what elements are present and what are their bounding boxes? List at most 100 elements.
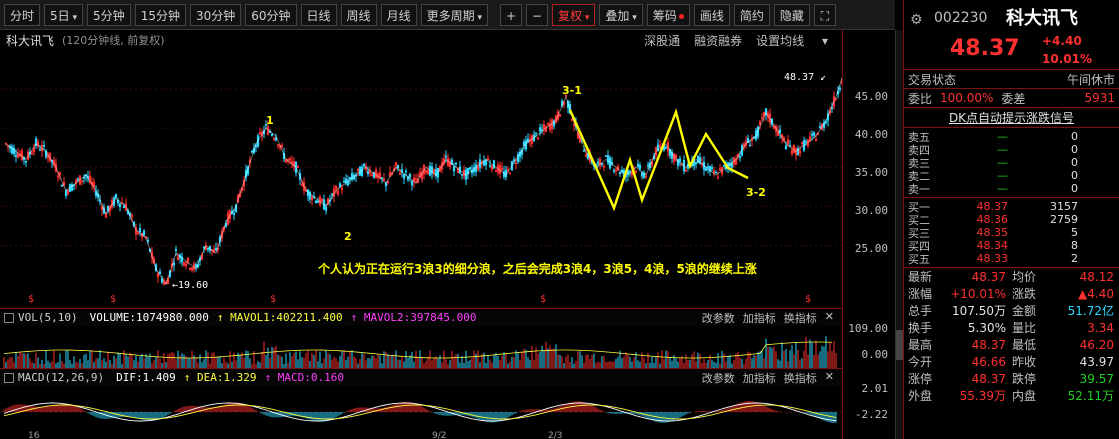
chouma-button[interactable]: 筹码	[646, 3, 690, 26]
period-tab-8[interactable]: 月线	[380, 3, 417, 26]
gear-icon[interactable]: ⚙	[910, 12, 923, 28]
vol-edit-params-button[interactable]: 改参数	[702, 310, 735, 326]
x-axis-label: 9/2	[432, 431, 446, 439]
candle-body	[172, 262, 176, 266]
price-change: +4.40	[1042, 34, 1082, 48]
vol-switch-indicator-button[interactable]: 换指标	[784, 310, 817, 326]
vol-volume-value: VOLUME:1074980.000	[89, 311, 209, 324]
axis-tick-40: 40.00	[854, 128, 888, 141]
weibi-value: 100.00%	[940, 91, 994, 105]
level-price: 48.34	[976, 239, 1009, 252]
candle-body	[600, 163, 604, 165]
kline-chart[interactable]: 1 2 3-1 3-2 ←19.60 48.37 ↙ 个人认为正在运行3浪3的细分浪，之后会…	[0, 50, 842, 308]
dividend-marker: $	[270, 294, 276, 305]
candle-body	[710, 167, 714, 169]
panel-scrollbar[interactable]	[895, 30, 903, 439]
period-tab-6[interactable]: 日线	[300, 3, 337, 26]
period-tab-1[interactable]: 5日	[44, 3, 84, 26]
vol-checkbox[interactable]	[4, 312, 14, 323]
level-volume: 0	[1071, 169, 1078, 182]
scrollbar-thumb[interactable]	[896, 330, 903, 360]
macd-switch-indicator-button[interactable]: 换指标	[784, 370, 817, 386]
hide-button[interactable]: 隐藏	[773, 3, 810, 26]
stat-value: 5.30%	[967, 320, 1006, 335]
candle-body	[706, 166, 710, 169]
axis-tick-25: 25.00	[854, 242, 888, 255]
stat-label: 总手	[908, 304, 933, 318]
candle-body	[484, 159, 488, 166]
draw-line-button[interactable]: 画线	[693, 3, 730, 26]
candle-body	[534, 132, 538, 135]
vol-mavol2-value: ↑ MAVOL2:397845.000	[350, 311, 477, 324]
sell-orderbook: 卖五 —0 卖四 —0 卖三 —0 卖二 —0 卖一 —0	[904, 128, 1119, 198]
margin-trading-link[interactable]: 融资融券	[694, 32, 742, 49]
stat-label: 最新	[908, 270, 933, 284]
period-toolbar: 分时5日5分钟15分钟30分钟60分钟日线周线月线更多周期 + − 复权 叠加 …	[0, 0, 895, 30]
period-tab-4[interactable]: 30分钟	[189, 3, 242, 26]
dividend-marker: $	[805, 294, 811, 305]
stat-value: 55.39万	[959, 389, 1006, 403]
candle-body	[522, 141, 526, 146]
candle-body	[338, 183, 342, 188]
candle-body	[380, 177, 384, 179]
stat-value: 48.37	[971, 371, 1006, 386]
macd-checkbox[interactable]	[4, 372, 14, 383]
candle-body	[118, 203, 122, 208]
latest-price-label: 48.37 ↙	[784, 72, 826, 83]
macd-dea-value: ↑ DEA:1.329	[183, 371, 257, 384]
stat-row: 换手 5.30% 量比 3.34	[904, 319, 1119, 336]
macd-edit-params-button[interactable]: 改参数	[702, 370, 735, 386]
stock-code: 002230	[934, 10, 988, 26]
buy-level-row[interactable]: 买五 48.33 2	[904, 252, 1119, 266]
dk-signal-link[interactable]: DK点自动提示涨跌信号	[904, 108, 1119, 128]
simple-button[interactable]: 简约	[733, 3, 770, 26]
period-tab-9[interactable]: 更多周期	[420, 3, 488, 26]
macd-indicator-name: MACD(12,26,9)	[18, 371, 105, 384]
price-axis: 45.00 40.00 35.00 30.00 25.00 109.00 0.0…	[842, 30, 894, 439]
period-tab-2[interactable]: 5分钟	[87, 3, 131, 26]
shengutong-link[interactable]: 深股通	[644, 32, 680, 49]
period-tabs: 分时5日5分钟15分钟30分钟60分钟日线周线月线更多周期	[0, 3, 488, 26]
sell-level-row[interactable]: 卖一 — 0	[904, 182, 1119, 196]
stat-label: 量比	[1012, 321, 1037, 335]
candle-body	[678, 158, 682, 162]
vol-add-indicator-button[interactable]: 加指标	[743, 310, 776, 326]
candle-body	[704, 168, 708, 171]
candle-body	[804, 140, 808, 143]
candle-body	[596, 161, 600, 164]
level-volume: 3157	[1050, 200, 1078, 213]
candle-body	[538, 127, 542, 132]
level-price: —	[997, 156, 1008, 169]
zoom-out-button[interactable]: −	[525, 3, 548, 26]
macd-close-icon[interactable]: ✕	[825, 370, 834, 386]
vol-close-icon[interactable]: ✕	[825, 310, 834, 326]
stat-label: 内盘	[1012, 389, 1037, 403]
period-tab-3[interactable]: 15分钟	[134, 3, 186, 26]
period-tab-5[interactable]: 60分钟	[245, 3, 297, 26]
macd-add-indicator-button[interactable]: 加指标	[743, 370, 776, 386]
ma-settings-dropdown[interactable]: 设置均线 ▾	[756, 32, 828, 49]
period-tab-7[interactable]: 周线	[340, 3, 377, 26]
level-price: 48.37	[976, 200, 1009, 213]
vol-header: VOL(5,10) VOLUME:1074980.000 ↑ MAVOL1:40…	[0, 308, 842, 326]
candle-body	[512, 159, 516, 162]
stat-label: 最低	[1012, 338, 1037, 352]
candle-body	[646, 164, 650, 167]
fullscreen-icon[interactable]: ⛶	[813, 3, 836, 26]
fuquan-dropdown[interactable]: 复权	[551, 3, 596, 26]
zoom-in-button[interactable]: +	[499, 3, 522, 26]
period-tab-0[interactable]: 分时	[4, 3, 41, 26]
candle-body	[636, 164, 640, 167]
stat-row: 涨幅 +10.01% 涨跌 ▲4.40	[904, 285, 1119, 302]
level-price: —	[997, 130, 1008, 143]
candle-body	[360, 166, 364, 176]
level-price: —	[997, 169, 1008, 182]
candle-body	[738, 156, 742, 159]
level-price: 48.33	[976, 252, 1009, 265]
overlay-dropdown[interactable]: 叠加	[599, 3, 643, 26]
x-axis-label: 2/3	[548, 431, 562, 439]
stat-label: 跌停	[1012, 372, 1037, 386]
dividend-marker: $	[110, 294, 116, 305]
chart-stock-name: 科大讯飞	[6, 33, 55, 48]
candle-body	[138, 228, 142, 232]
